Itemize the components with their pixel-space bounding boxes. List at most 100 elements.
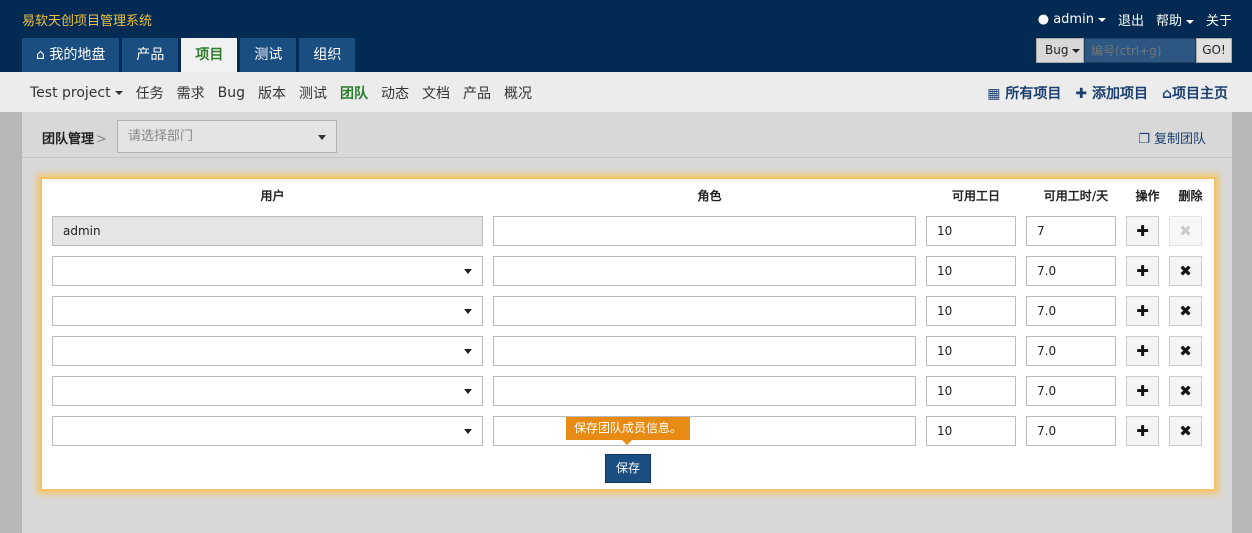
about-link[interactable]: 关于: [1206, 10, 1232, 29]
chevron-right-icon: >: [96, 132, 107, 147]
department-select[interactable]: 请选择部门: [117, 120, 337, 153]
user-select[interactable]: [52, 256, 483, 286]
delete-row-button[interactable]: ✖: [1169, 256, 1202, 286]
delete-row-button[interactable]: ✖: [1169, 416, 1202, 446]
subnav-item-test[interactable]: 测试: [299, 83, 327, 103]
delete-row-button[interactable]: ✖: [1169, 296, 1202, 326]
main-tabs: ⌂ 我的地盘 产品 项目 测试 组织: [22, 38, 356, 72]
add-cell: ✚: [1126, 411, 1169, 451]
subnav-item-product[interactable]: 产品: [463, 83, 491, 103]
delete-cell: ✖: [1169, 411, 1212, 451]
search-input[interactable]: [1084, 38, 1196, 63]
chevron-down-icon: [1072, 48, 1081, 53]
tab-product[interactable]: 产品: [122, 38, 179, 72]
user-select[interactable]: [52, 336, 483, 366]
add-row-button[interactable]: ✚: [1126, 416, 1159, 446]
tab-project[interactable]: 项目: [181, 38, 238, 72]
days-input[interactable]: 10: [926, 416, 1016, 446]
tab-label: 我的地盘: [49, 47, 106, 63]
user-select: admin: [52, 216, 483, 246]
search-type-select[interactable]: Bug: [1036, 38, 1084, 63]
role-input[interactable]: [493, 376, 916, 406]
close-icon: ✖: [1179, 382, 1192, 400]
user-select[interactable]: [52, 296, 483, 326]
subnav-item-build[interactable]: 版本: [258, 83, 286, 103]
plus-icon: ✚: [1136, 342, 1149, 360]
grid-icon: ▦: [987, 86, 1001, 102]
hours-value: 7.0: [1037, 344, 1057, 358]
hours-input[interactable]: 7: [1026, 216, 1116, 246]
subnav-actions: ▦ 所有项目 ✚ 添加项目 ⌂项目主页: [987, 83, 1228, 103]
role-cell: [493, 251, 926, 291]
days-cell: 10: [926, 411, 1026, 451]
hours-input[interactable]: 7.0: [1026, 376, 1116, 406]
hours-input[interactable]: 7.0: [1026, 256, 1116, 286]
help-menu[interactable]: 帮助: [1156, 10, 1194, 29]
team-form: 用户 角色 可用工日 可用工时/天 操作 删除 admin 10 7 ✚ ✖ 10 7.0 ✚…: [40, 177, 1216, 491]
role-input[interactable]: [493, 296, 916, 326]
user-select[interactable]: [52, 416, 483, 446]
project-subnav: Test project 任务 需求 Bug 版本 测试 团队 动态 文档 产品…: [0, 72, 1252, 112]
hours-input[interactable]: 7.0: [1026, 296, 1116, 326]
close-icon: ✖: [1179, 422, 1192, 440]
hours-input[interactable]: 7.0: [1026, 336, 1116, 366]
hours-cell: 7.0: [1026, 251, 1126, 291]
home-icon: ⌂: [1161, 86, 1172, 102]
subnav-item-overview[interactable]: 概况: [504, 83, 532, 103]
logout-link[interactable]: 退出: [1118, 10, 1144, 29]
add-row-button[interactable]: ✚: [1126, 336, 1159, 366]
save-button[interactable]: 保存: [605, 454, 651, 483]
subnav-item-doc[interactable]: 文档: [422, 83, 450, 103]
days-input[interactable]: 10: [926, 376, 1016, 406]
days-input[interactable]: 10: [926, 256, 1016, 286]
add-row-button[interactable]: ✚: [1126, 296, 1159, 326]
tab-test[interactable]: 测试: [240, 38, 297, 72]
subnav-item-bug[interactable]: Bug: [218, 85, 245, 101]
chevron-down-icon: [1185, 19, 1194, 24]
role-input[interactable]: [493, 336, 916, 366]
close-icon: ✖: [1179, 222, 1192, 240]
delete-cell: ✖: [1169, 211, 1212, 251]
app-title[interactable]: 易软天创项目管理系统: [22, 10, 152, 29]
user-select[interactable]: [52, 376, 483, 406]
all-projects-link[interactable]: ▦ 所有项目: [987, 83, 1061, 103]
role-input[interactable]: [493, 216, 916, 246]
project-switcher[interactable]: Test project: [30, 85, 123, 101]
subnav-item-story[interactable]: 需求: [177, 83, 205, 103]
hours-cell: 7.0: [1026, 371, 1126, 411]
subnav-item-dynamic[interactable]: 动态: [381, 83, 409, 103]
role-input[interactable]: [493, 416, 916, 446]
user-icon: ●: [1037, 12, 1050, 27]
search-go-button[interactable]: GO!: [1196, 38, 1232, 63]
user-cell: [52, 331, 493, 371]
hours-cell: 7: [1026, 211, 1126, 251]
days-input[interactable]: 10: [926, 336, 1016, 366]
project-home-link[interactable]: ⌂项目主页: [1162, 83, 1228, 103]
days-value: 10: [937, 344, 953, 358]
column-header-user: 用户: [260, 188, 285, 203]
subnav-item-team[interactable]: 团队: [340, 83, 368, 103]
user-name: admin: [1053, 12, 1094, 27]
user-menu[interactable]: ● admin: [1038, 12, 1106, 27]
add-row-button[interactable]: ✚: [1126, 256, 1159, 286]
subnav-item-task[interactable]: 任务: [136, 83, 164, 103]
role-input[interactable]: [493, 256, 916, 286]
copy-team-label: 复制团队: [1153, 132, 1206, 147]
table-row: 10 7.0 ✚ ✖: [52, 251, 1212, 291]
delete-cell: ✖: [1169, 291, 1212, 331]
panel-header: 团队管理 > 请选择部门 ❐ 复制团队: [22, 112, 1232, 158]
delete-row-button[interactable]: ✖: [1169, 336, 1202, 366]
days-input[interactable]: 10: [926, 216, 1016, 246]
add-project-link[interactable]: ✚ 添加项目: [1075, 83, 1148, 103]
delete-row-button[interactable]: ✖: [1169, 376, 1202, 406]
hours-input[interactable]: 7.0: [1026, 416, 1116, 446]
days-value: 10: [937, 424, 953, 438]
add-project-label: 添加项目: [1091, 86, 1148, 102]
tab-org[interactable]: 组织: [299, 38, 356, 72]
add-row-button[interactable]: ✚: [1126, 376, 1159, 406]
tab-my[interactable]: ⌂ 我的地盘: [22, 38, 120, 72]
days-input[interactable]: 10: [926, 296, 1016, 326]
add-row-button[interactable]: ✚: [1126, 216, 1159, 246]
copy-team-link[interactable]: ❐ 复制团队: [1138, 128, 1206, 147]
hours-cell: 7.0: [1026, 411, 1126, 451]
